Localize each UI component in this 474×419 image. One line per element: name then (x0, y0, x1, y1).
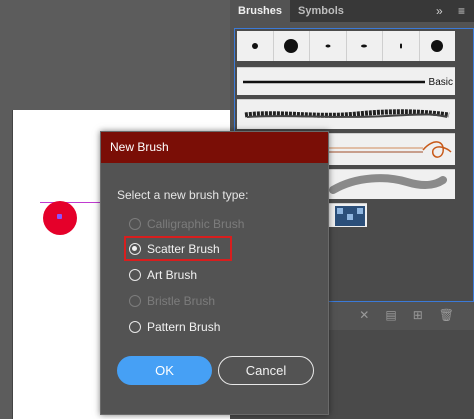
basic-stroke-preview (243, 80, 425, 84)
new-brush-dialog: New Brush Select a new brush type: Calli… (100, 131, 329, 415)
new-brush-icon[interactable]: ⊞ (413, 308, 423, 322)
cancel-button[interactable]: Cancel (218, 356, 314, 385)
option-label: Calligraphic Brush (147, 217, 245, 231)
brush-options-icon[interactable]: ▤ (385, 308, 396, 322)
brush-swatch[interactable] (237, 31, 274, 61)
dialog-prompt: Select a new brush type: (117, 188, 249, 202)
option-label[interactable]: Pattern Brush (147, 320, 220, 334)
radio-pattern[interactable] (129, 321, 141, 333)
brush-swatch[interactable] (383, 31, 420, 61)
hamburger-menu-icon[interactable]: ≡ (458, 0, 465, 22)
option-label[interactable]: Art Brush (147, 268, 197, 282)
brush-swatch-charcoal[interactable] (237, 99, 455, 129)
option-label: Bristle Brush (147, 294, 216, 308)
option-bristle-brush: Bristle Brush (129, 292, 215, 310)
basic-brush-label: Basic (428, 77, 453, 88)
option-art-brush[interactable]: Art Brush (129, 266, 197, 284)
dialog-title: New Brush (101, 132, 328, 163)
tab-symbols[interactable]: Symbols (290, 0, 352, 22)
brush-swatch[interactable] (274, 31, 310, 61)
scatter-brush-highlight-box (124, 236, 232, 261)
delete-brush-icon[interactable]: 🗑 (439, 308, 454, 322)
remove-brush-stroke-icon[interactable]: ✕ (359, 308, 369, 322)
brush-dots-row (237, 31, 455, 61)
option-pattern-brush[interactable]: Pattern Brush (129, 318, 220, 336)
brush-swatch[interactable] (420, 31, 456, 61)
brush-swatch[interactable] (310, 31, 347, 61)
charcoal-stroke-preview (244, 109, 450, 118)
radio-art[interactable] (129, 269, 141, 281)
brush-swatch-basic[interactable]: Basic (237, 67, 455, 95)
double-chevron-right-icon[interactable]: » (436, 0, 443, 22)
radio-calligraphic (129, 218, 141, 230)
tab-brushes[interactable]: Brushes (230, 0, 291, 22)
radio-bristle (129, 295, 141, 307)
red-circle-object[interactable] (43, 201, 77, 235)
option-calligraphic-brush: Calligraphic Brush (129, 215, 244, 233)
brush-swatch[interactable] (347, 31, 383, 61)
ok-button[interactable]: OK (117, 356, 212, 385)
